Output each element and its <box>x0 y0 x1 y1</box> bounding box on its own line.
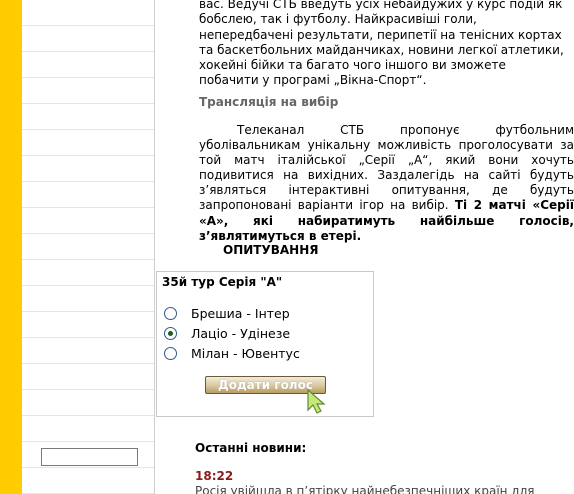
sidebar-text-input[interactable] <box>41 448 138 466</box>
latest-news-heading: Останні новини: <box>195 441 307 455</box>
intro-line: вас. Ведучі СТБ введуть усіх небайдужих … <box>199 0 563 11</box>
poll-title: ОПИТУВАННЯ <box>223 243 319 257</box>
mouse-pointer-icon <box>307 389 326 414</box>
poll-option-label: Мілан - Ювентус <box>191 345 300 361</box>
poll-question: 35й тур Серія "А" <box>162 275 283 289</box>
poll-option[interactable]: Мілан - Ювентус <box>164 345 300 361</box>
radio-button-selected[interactable] <box>164 326 177 340</box>
left-sidebar <box>22 0 154 494</box>
radio-button[interactable] <box>164 306 177 320</box>
poll-option-label: Лаціо - Удінезе <box>191 325 291 341</box>
intro-line: побачити у програмі „Вікна-Спорт“. <box>199 73 427 88</box>
poll-option[interactable]: Брешиа - Інтер <box>164 305 290 321</box>
intro-line: бобслею, так і футболу. Найкрасивіші гол… <box>199 12 477 27</box>
news-time: 18:22 <box>195 469 234 483</box>
sidebar-accent-strip <box>0 0 22 494</box>
article-intro-paragraph: вас. Ведучі СТБ введуть усіх небайдужих … <box>199 0 574 89</box>
intro-line: непередбачені результати, перипетії на т… <box>199 27 562 42</box>
poll-option-label: Брешиа - Інтер <box>191 305 290 321</box>
intro-line: хокейні бійки та багато чого іншого ви з… <box>199 58 506 73</box>
radio-button[interactable] <box>164 346 177 360</box>
column-divider <box>154 0 155 494</box>
intro-line: та баскетбольних майданчиках, новини лег… <box>199 42 564 57</box>
poll-box <box>156 271 374 417</box>
section-heading: Трансляція на вибір <box>199 95 339 109</box>
news-headline-link[interactable]: Росія увійшла в п’ятірку найнебезпечніши… <box>195 484 535 494</box>
article-broadcast-paragraph: Телеканал СТБ пропонує футбольним уболів… <box>199 123 574 244</box>
poll-option[interactable]: Лаціо - Удінезе <box>164 325 290 341</box>
